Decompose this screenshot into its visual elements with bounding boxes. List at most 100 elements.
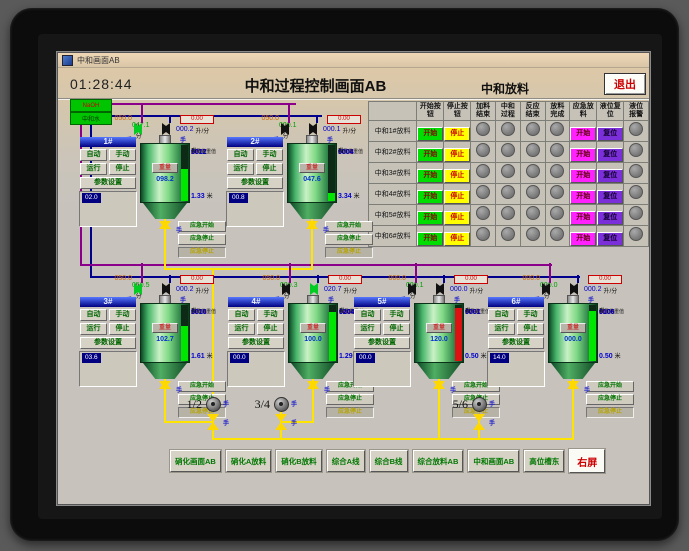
manual-button[interactable]: 手动 [109,149,136,161]
pump-valve-icon[interactable] [473,414,485,430]
stop-button[interactable]: 停止 [444,168,471,183]
emergency-button-2[interactable]: 应急停止 [178,247,226,258]
stop-button[interactable]: 停止 [444,126,471,141]
emergency-button-2[interactable]: 应急停止 [325,247,373,258]
emergency-button-1[interactable]: 应急停止 [586,394,634,405]
auto-button[interactable]: 自动 [80,149,107,161]
nav-button-5[interactable]: 综合放料AB [412,450,464,472]
flow-setpoint-value: 000.0 [388,275,406,282]
nav-button-2[interactable]: 硝化B放料 [276,450,322,472]
emergency-button-0[interactable]: 应急开始 [325,221,373,232]
valve-left-icon[interactable] [281,123,297,135]
emergency-discharge-button[interactable]: 开始 [570,147,597,162]
nav-button-4[interactable]: 综合B线 [369,450,408,472]
run-button[interactable]: 运行 [228,323,255,335]
run-button[interactable]: 运行 [354,323,381,335]
auto-button[interactable]: 自动 [228,309,255,321]
stop-button[interactable]: 停止 [444,147,471,162]
emergency-discharge-button[interactable]: 开始 [570,126,597,141]
start-button[interactable]: 开始 [417,168,444,183]
emergency-button-1[interactable]: 应急停止 [178,234,226,245]
emergency-discharge-button[interactable]: 开始 [570,210,597,225]
start-button[interactable]: 开始 [417,210,444,225]
bottom-valve-icon[interactable] [567,381,579,397]
auto-button[interactable]: 自动 [488,309,515,321]
bottom-valve-icon[interactable] [433,381,445,397]
params-button[interactable]: 参数设置 [80,337,136,349]
flow-unit-label: 升/分 [195,289,210,295]
run-button[interactable]: 运行 [80,323,107,335]
pump-valve-icon[interactable] [275,414,287,430]
run-button[interactable]: 运行 [80,163,107,175]
valve-left-icon[interactable] [134,283,150,295]
pump-icon[interactable] [274,397,289,412]
pump-icon[interactable] [472,397,487,412]
manual-button[interactable]: 手动 [517,309,544,321]
stop-button[interactable]: 停止 [109,163,136,175]
valve-left-icon[interactable] [542,283,558,295]
start-button[interactable]: 开始 [417,231,444,246]
emergency-button-0[interactable]: 应急开始 [586,381,634,392]
aux-flow-readout: 000.2 升/分 [176,286,216,295]
bottom-valve-icon[interactable] [306,221,318,237]
auto-button[interactable]: 自动 [227,149,254,161]
level-reset-button[interactable]: 复位 [597,189,624,204]
nav-button-6[interactable]: 中和画面AB [468,450,520,472]
params-button[interactable]: 参数设置 [227,177,283,189]
start-button[interactable]: 开始 [417,147,444,162]
nav-button-1[interactable]: 硝化A放料 [225,450,272,472]
level-reset-button[interactable]: 复位 [597,147,624,162]
manual-button[interactable]: 手动 [109,309,136,321]
manual-button[interactable]: 手动 [256,149,283,161]
nav-button-0[interactable]: 硝化画面AB [170,450,221,472]
unit-id-label: 4# [228,297,284,307]
bottom-valve-icon[interactable] [159,381,171,397]
auto-button[interactable]: 自动 [80,309,107,321]
stop-button[interactable]: 停止 [383,323,410,335]
stop-button[interactable]: 停止 [109,323,136,335]
tank-cone [417,363,461,379]
row-label: 中和6#放料 [367,225,418,248]
emergency-button-0[interactable]: 应急开始 [178,221,226,232]
emergency-button-1[interactable]: 应急停止 [325,234,373,245]
auto-button[interactable]: 自动 [354,309,381,321]
params-button[interactable]: 参数设置 [80,177,136,189]
pump-valve-icon[interactable] [207,414,219,430]
valve-left-icon[interactable] [282,283,298,295]
exit-button[interactable]: 退出 [604,73,646,95]
emergency-discharge-button[interactable]: 开始 [570,189,597,204]
emergency-discharge-button[interactable]: 开始 [570,231,597,246]
start-button[interactable]: 开始 [417,189,444,204]
params-button[interactable]: 参数设置 [354,337,410,349]
bottom-valve-icon[interactable] [159,221,171,237]
emergency-button-2[interactable]: 应急停止 [586,407,634,418]
level-reset-button[interactable]: 复位 [597,126,624,141]
tank-graphic: 重量 047.6 [287,135,337,219]
emergency-button-0[interactable]: 应急开始 [178,381,226,392]
stop-button[interactable]: 停止 [517,323,544,335]
nav-button-8[interactable]: 右屏 [569,449,606,473]
nav-button-3[interactable]: 综合A线 [326,450,365,472]
start-button[interactable]: 开始 [417,126,444,141]
valve-left-icon[interactable] [134,123,150,135]
pump-icon[interactable] [206,397,221,412]
valve-left-icon[interactable] [408,283,424,295]
emergency-discharge-button[interactable]: 开始 [570,168,597,183]
manual-button[interactable]: 手动 [257,309,284,321]
run-button[interactable]: 运行 [488,323,515,335]
level-reset-button[interactable]: 复位 [597,210,624,225]
level-reset-button[interactable]: 复位 [597,231,624,246]
params-button[interactable]: 参数设置 [488,337,544,349]
stop-button[interactable]: 停止 [257,323,284,335]
level-reset-button[interactable]: 复位 [597,168,624,183]
stop-button[interactable]: 停止 [256,163,283,175]
nav-button-7[interactable]: 高位槽东 [524,450,565,472]
stop-button[interactable]: 停止 [444,189,471,204]
table-cell: 复位 [596,162,625,185]
params-button[interactable]: 参数设置 [228,337,284,349]
stop-button[interactable]: 停止 [444,231,471,246]
stop-button[interactable]: 停止 [444,210,471,225]
run-button[interactable]: 运行 [227,163,254,175]
manual-button[interactable]: 手动 [383,309,410,321]
bottom-valve-icon[interactable] [307,381,319,397]
